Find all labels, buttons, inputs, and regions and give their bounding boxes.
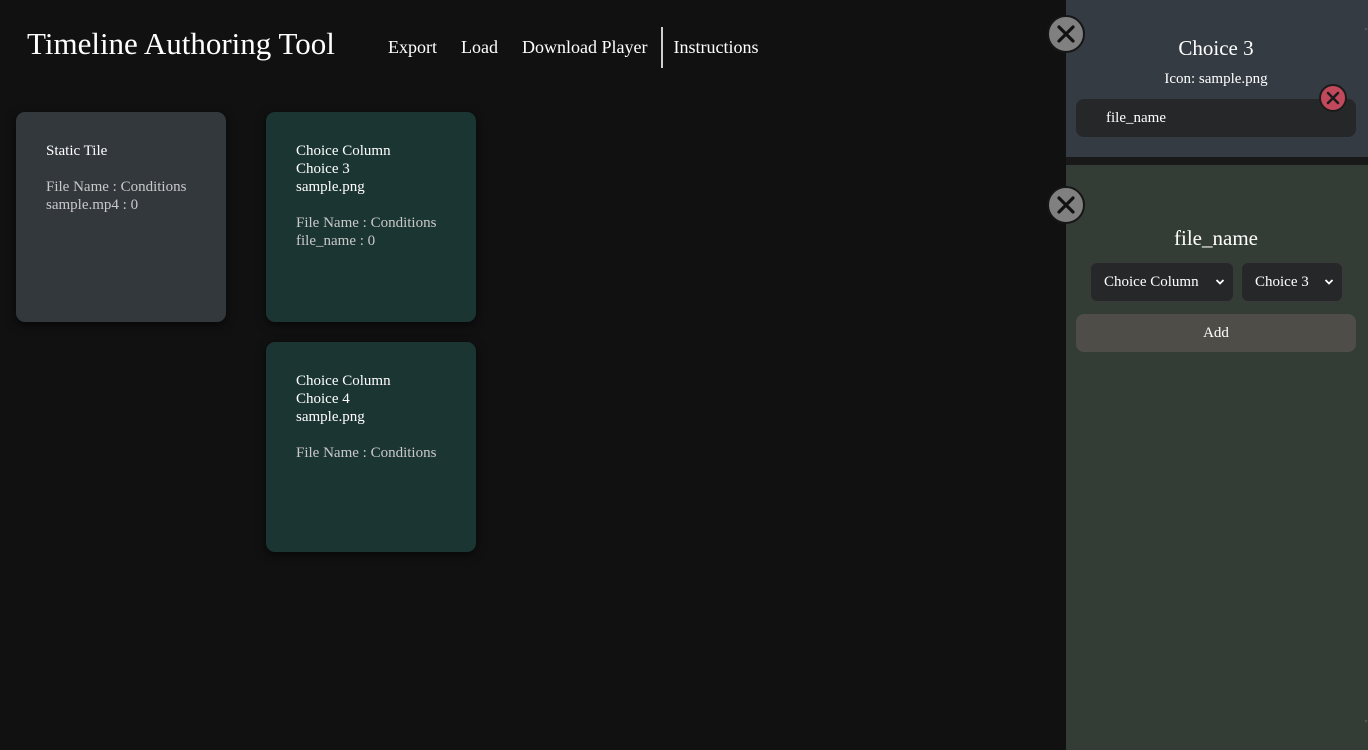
add-condition-button[interactable]: Add (1076, 314, 1356, 352)
top-nav: Export Load Download Player Instructions (376, 27, 770, 68)
tile-condition: file_name : 0 (296, 233, 376, 249)
header: Timeline Authoring Tool Export Load Down… (0, 0, 1066, 90)
choice-tile-3[interactable]: Choice Column Choice 3 sample.png File N… (266, 112, 476, 322)
static-tile[interactable]: Static Tile File Name : Conditions sampl… (16, 112, 226, 322)
choice-details-section: Choice 3 Icon: sample.png file_name (1066, 0, 1368, 157)
editor-panel: Choice 3 Icon: sample.png file_name file… (1066, 0, 1368, 750)
column-select[interactable]: Choice Column (1090, 262, 1234, 302)
chevron-down-icon (1324, 263, 1334, 316)
export-link[interactable]: Export (376, 27, 449, 68)
tile-condition: sample.mp4 : 0 (46, 197, 139, 213)
tile-icon: sample.png (296, 409, 365, 425)
remove-condition-button[interactable] (1319, 84, 1347, 112)
choice-tile-4[interactable]: Choice Column Choice 4 sample.png File N… (266, 342, 476, 552)
x-circle-icon (1057, 196, 1075, 214)
choice-select[interactable]: Choice 3 (1241, 262, 1343, 302)
tile-conditions-header: File Name : Conditions (296, 445, 437, 461)
chevron-down-icon (1215, 263, 1225, 316)
close-choice-panel-button[interactable] (1047, 15, 1085, 53)
instructions-link[interactable]: Instructions (663, 27, 770, 68)
condition-item: file_name (1076, 99, 1356, 137)
tile-icon: sample.png (296, 179, 365, 195)
close-condition-panel-button[interactable] (1047, 186, 1085, 224)
load-link[interactable]: Load (449, 27, 510, 68)
panel-separator (1066, 157, 1368, 165)
tile-conditions-header: File Name : Conditions (296, 215, 437, 231)
panel-icon-line: Icon: sample.png (1164, 71, 1268, 87)
tile-choice: Choice 3 (296, 161, 350, 177)
download-player-link[interactable]: Download Player (510, 27, 659, 68)
condition-heading: file_name (1174, 226, 1258, 250)
panel-scrollbar[interactable] (1364, 0, 1368, 750)
choice-select-value: Choice 3 (1255, 274, 1309, 290)
x-circle-icon (1326, 91, 1340, 105)
panel-title: Choice 3 (1178, 36, 1254, 60)
tile-column: Choice Column (296, 373, 391, 389)
tile-column: Choice Column (296, 143, 391, 159)
tile-choice: Choice 4 (296, 391, 350, 407)
tile-heading: Static Tile (46, 143, 108, 159)
column-select-value: Choice Column (1104, 274, 1199, 290)
app-title: Timeline Authoring Tool (27, 26, 335, 61)
x-circle-icon (1057, 25, 1075, 43)
tile-conditions-header: File Name : Conditions (46, 179, 187, 195)
